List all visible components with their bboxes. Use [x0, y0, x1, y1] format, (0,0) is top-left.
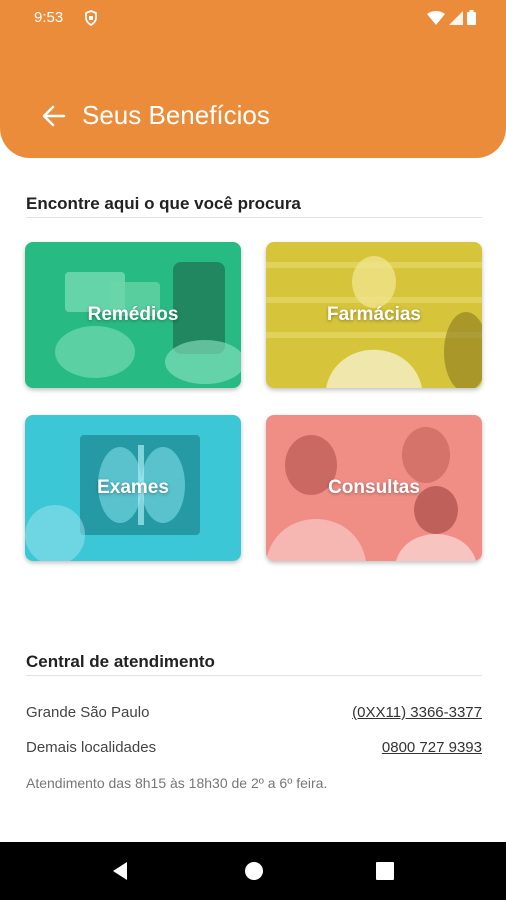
region-label: Demais localidades: [26, 739, 157, 756]
page-title: Seus Benefícios: [82, 100, 270, 130]
phone-link[interactable]: 0800 727 9393: [382, 739, 482, 756]
nav-home-icon[interactable]: [234, 842, 274, 900]
nav-back-icon[interactable]: [100, 842, 140, 900]
status-bar: 9:53: [0, 0, 506, 36]
support-section-title: Central de atendimento: [26, 652, 215, 671]
region-label: Grande São Paulo: [26, 704, 150, 721]
back-arrow-icon[interactable]: [40, 102, 68, 130]
divider: [26, 675, 482, 676]
wifi-icon: [427, 10, 445, 30]
card-label: Farmácias: [326, 304, 421, 325]
divider: [26, 217, 482, 218]
card-consultas[interactable]: Consultas: [266, 415, 482, 561]
card-remedios[interactable]: Remédios: [25, 242, 241, 388]
status-time: 9:53: [34, 9, 64, 26]
card-label: Exames: [97, 477, 169, 498]
benefits-section-title: Encontre aqui o que você procura: [26, 194, 301, 213]
card-label: Consultas: [328, 477, 420, 498]
system-nav-bar: [0, 842, 506, 900]
battery-icon: [467, 10, 476, 30]
shield-icon: [84, 10, 98, 31]
card-label: Remédios: [87, 304, 179, 325]
toolbar: Seus Benefícios: [0, 92, 506, 140]
phone-link[interactable]: (0XX11) 3366-3377: [352, 704, 482, 721]
hours-note: Atendimento das 8h15 às 18h30 de 2º a 6º…: [26, 775, 328, 791]
signal-icon: [449, 10, 463, 30]
card-farmacias[interactable]: Farmácias: [266, 242, 482, 388]
app-header: 9:53 Seus Benefícios: [0, 0, 506, 158]
nav-recents-icon[interactable]: [365, 842, 405, 900]
card-exames[interactable]: Exames: [25, 415, 241, 561]
